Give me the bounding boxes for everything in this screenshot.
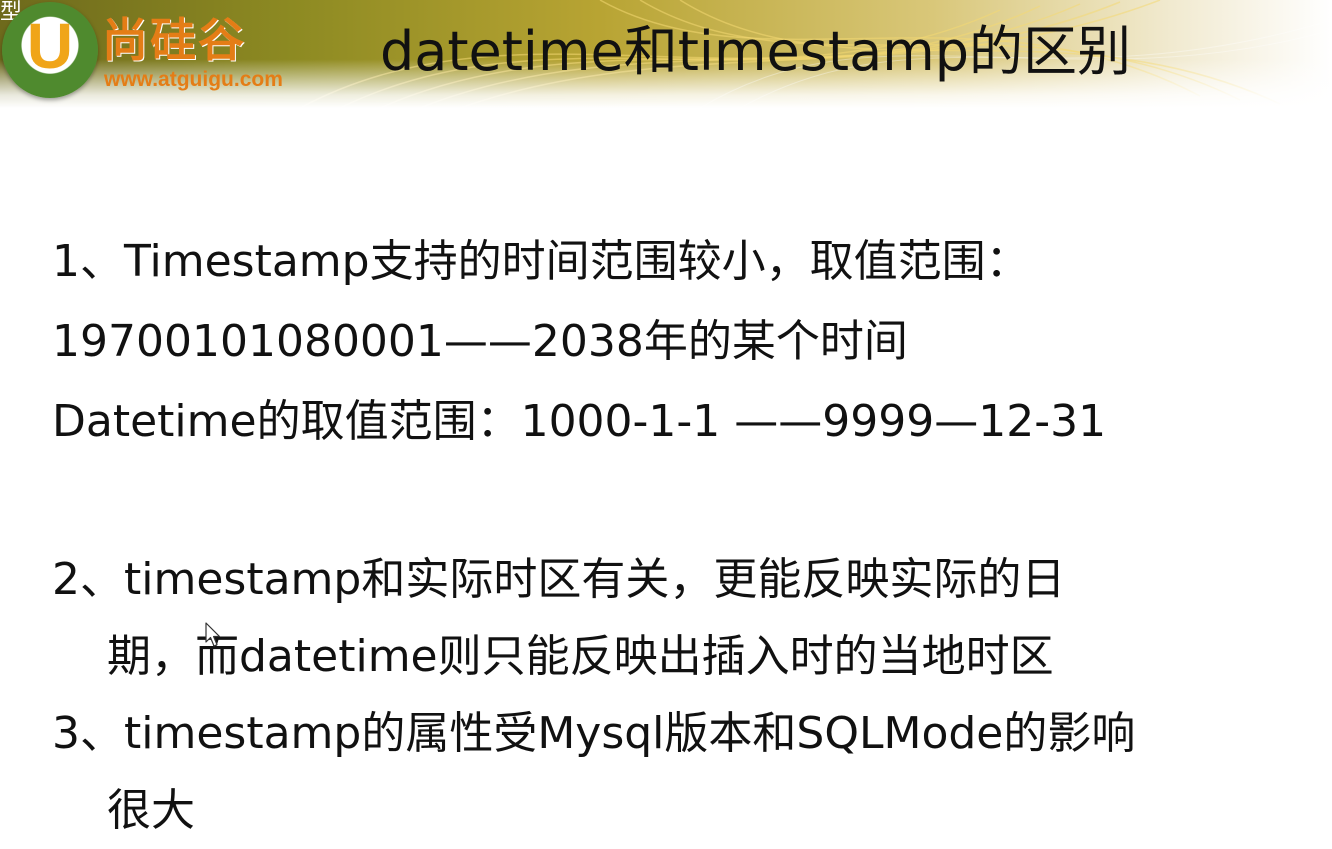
point-1-line-1: 1、Timestamp支持的时间范围较小，取值范围： bbox=[52, 236, 1030, 287]
point-3-line-1: 3、timestamp的属性受Mysql版本和SQLMode的影响 bbox=[52, 708, 1136, 759]
point-2-line-2: 期，而datetime则只能反映出插入时的当地时区 bbox=[107, 631, 1054, 682]
point-1-line-3: Datetime的取值范围：1000-1-1 ——9999—12-31 bbox=[52, 396, 1107, 447]
logo-url: www.atguigu.com bbox=[104, 68, 283, 91]
point-1-line-2: 19700101080001——2038年的某个时间 bbox=[52, 316, 908, 367]
logo-letter: U bbox=[26, 10, 74, 82]
logo-name: 尚硅谷 bbox=[102, 13, 246, 67]
point-3-line-2: 很大 bbox=[107, 785, 195, 836]
mouse-pointer-icon bbox=[205, 622, 221, 647]
slide: 型 U 尚硅谷 www.atguigu.com datetime和timesta… bbox=[0, 0, 1332, 849]
slide-title: datetime和timestamp的区别 bbox=[380, 20, 1132, 83]
point-2-line-1: 2、timestamp和实际时区有关，更能反映实际的日 bbox=[52, 554, 1066, 605]
slide-body: 1、Timestamp支持的时间范围较小，取值范围： 1970010108000… bbox=[52, 222, 1312, 848]
logo-badge: U bbox=[2, 2, 98, 98]
